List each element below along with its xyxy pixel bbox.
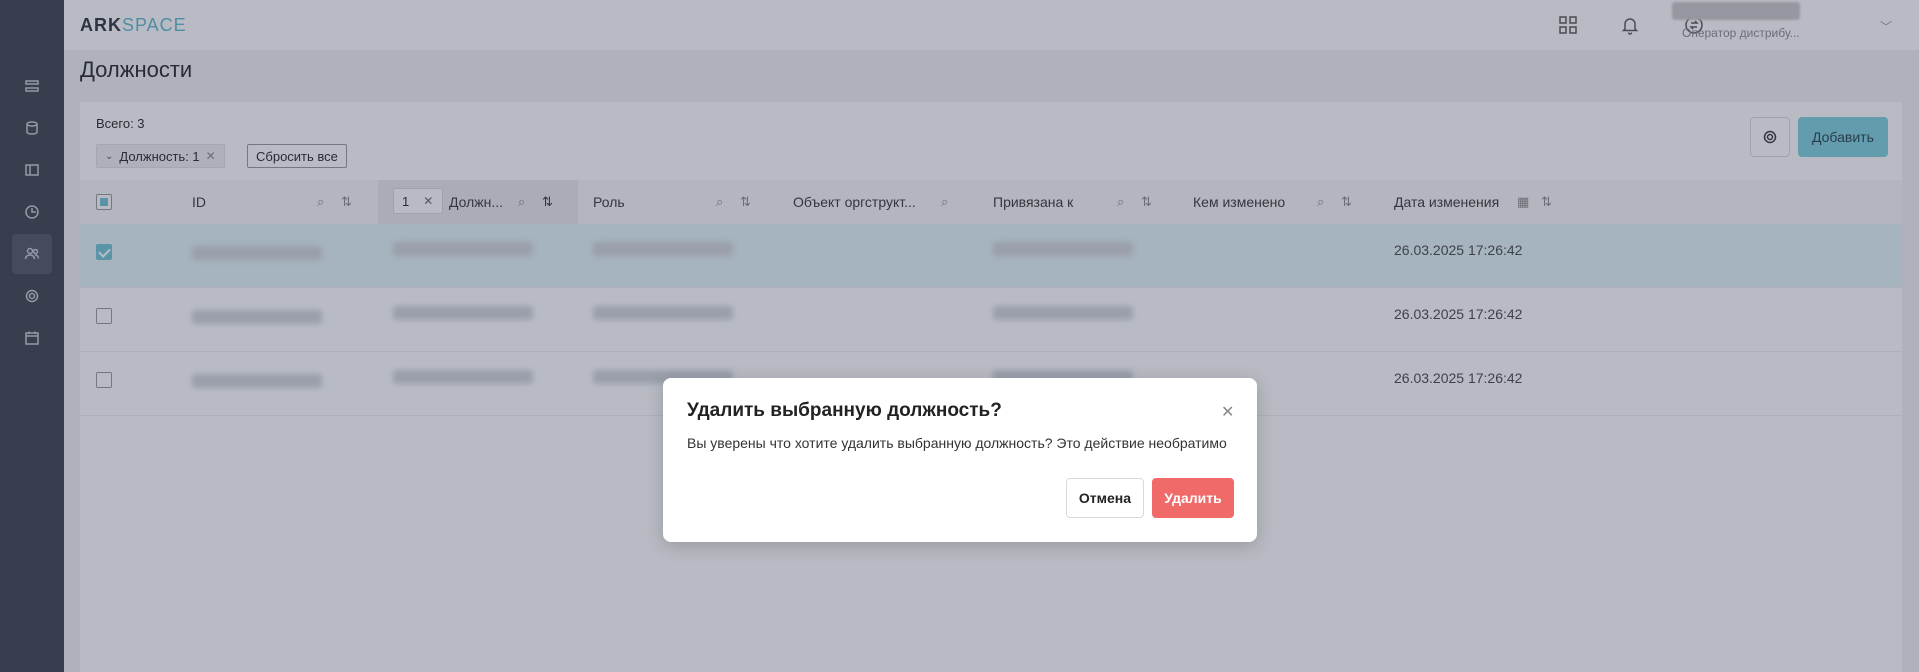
modal-overlay[interactable] bbox=[0, 0, 1919, 672]
close-icon[interactable]: ✕ bbox=[1221, 402, 1234, 422]
dialog-title: Удалить выбранную должность? bbox=[687, 400, 1002, 421]
delete-button[interactable]: Удалить bbox=[1152, 478, 1234, 518]
delete-confirm-dialog: Удалить выбранную должность? ✕ Вы уверен… bbox=[663, 378, 1257, 542]
cancel-button[interactable]: Отмена bbox=[1066, 478, 1144, 518]
dialog-message: Вы уверены что хотите удалить выбранную … bbox=[687, 435, 1227, 451]
